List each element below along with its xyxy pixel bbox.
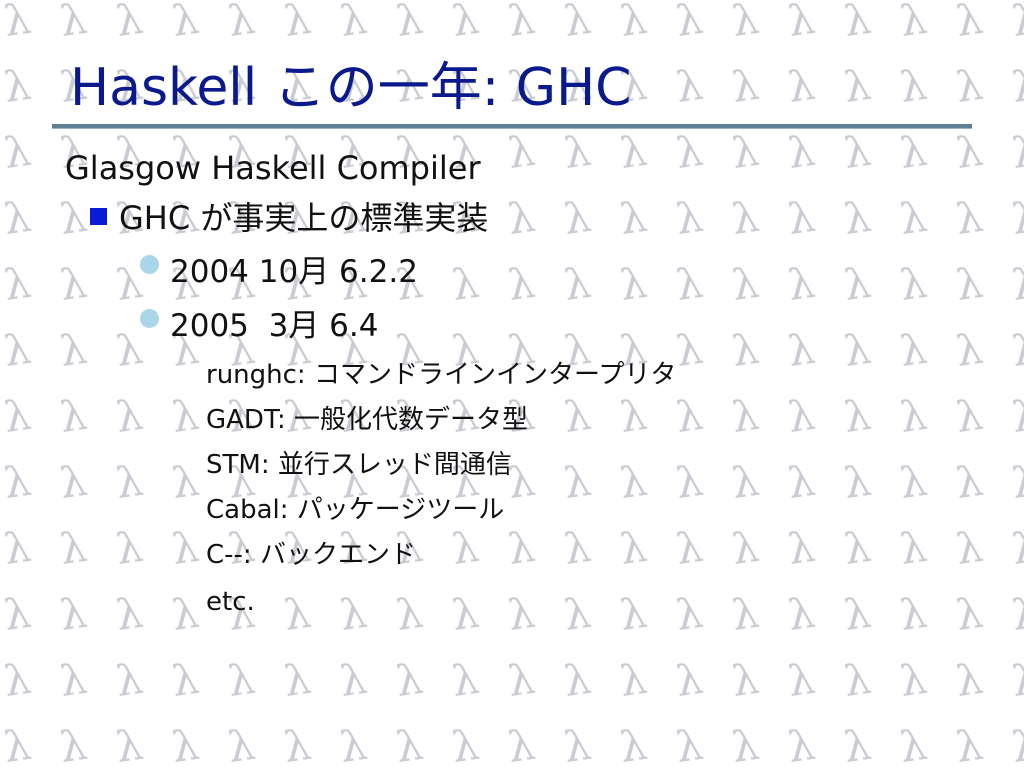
feature-item-runghc: runghc: コマンドラインインタープリタ <box>206 360 677 390</box>
release-text: 2004 10月 6.2.2 <box>170 254 418 290</box>
title-underline <box>52 124 972 129</box>
square-bullet-icon <box>90 208 107 225</box>
release-item: 2004 10月 6.2.2 <box>140 250 418 294</box>
circle-bullet-icon <box>140 255 159 274</box>
circle-bullet-icon <box>140 309 159 328</box>
feature-item-cmm: C--: バックエンド <box>206 540 416 570</box>
bullet-level2-text: GHC が事実上の標準実装 <box>119 199 489 237</box>
slide: { "slide": { "title": "Haskell この一年: GHC… <box>0 0 1024 768</box>
feature-item-stm: STM: 並行スレッド間通信 <box>206 450 512 480</box>
bullet-level1: Glasgow Haskell Compiler <box>65 149 481 187</box>
bullet-level2: GHC が事実上の標準実装 <box>90 196 488 240</box>
feature-item-cabal: Cabal: パッケージツール <box>206 495 505 525</box>
feature-item-gadt: GADT: 一般化代数データ型 <box>206 405 529 435</box>
feature-item-etc: etc. <box>206 587 255 617</box>
release-text: 2005 3月 6.4 <box>170 308 379 344</box>
slide-title: Haskell この一年: GHC <box>70 58 632 118</box>
release-item: 2005 3月 6.4 <box>140 304 378 348</box>
